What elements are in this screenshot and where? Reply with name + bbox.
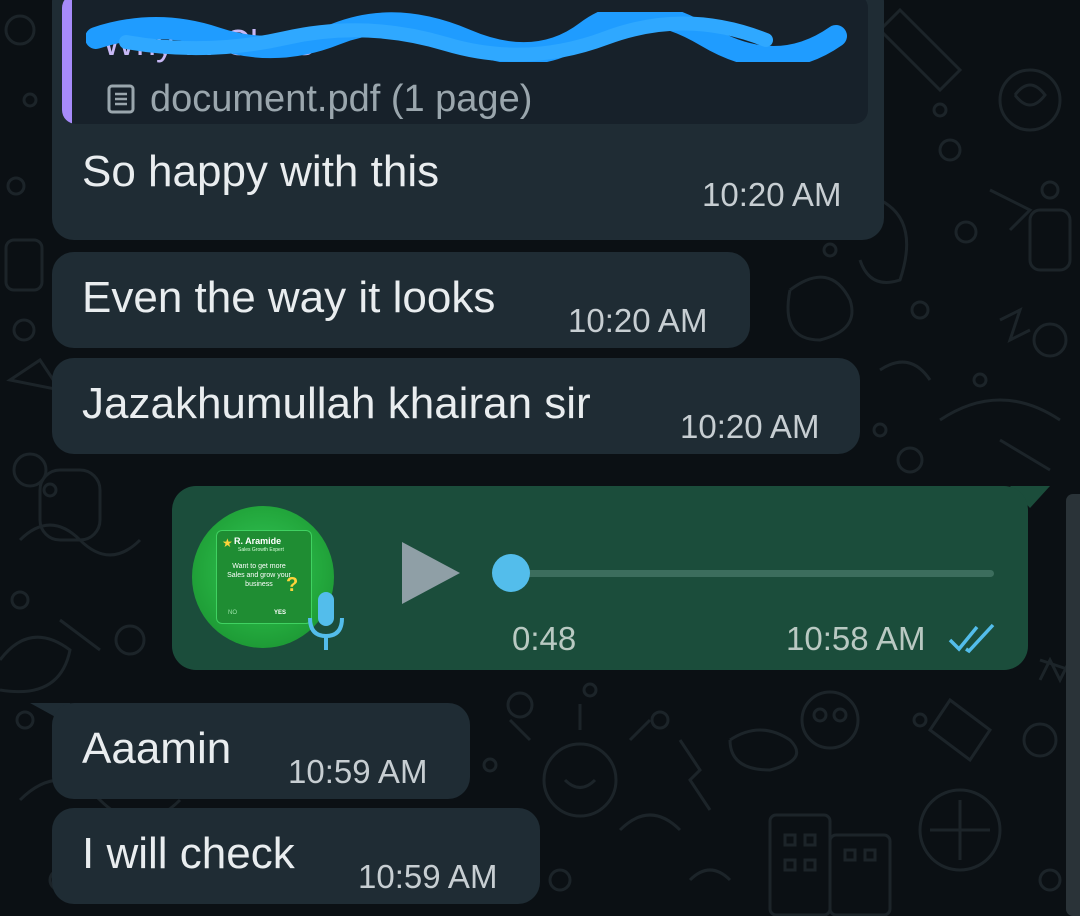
- message-time: 10:20 AM: [680, 408, 820, 445]
- message-bubble[interactable]: Even the way it looks 10:20 AM: [52, 252, 750, 348]
- audio-progress-knob[interactable]: [492, 554, 530, 592]
- quoted-document-label: document.pdf (1 page): [150, 78, 533, 120]
- message-text: Aaamin: [82, 724, 232, 773]
- message-time: 10:20 AM: [702, 176, 842, 213]
- voice-time: 10:58 AM: [786, 620, 926, 657]
- message-text: Jazakhumullah khairan sir: [82, 379, 591, 428]
- avatar-text: Want to get more Sales and grow your bus…: [227, 563, 291, 588]
- quote-accent-bar: [62, 0, 72, 124]
- audio-progress-track[interactable]: [512, 570, 994, 577]
- avatar-yes: YES: [274, 610, 287, 616]
- message-text: I will check: [82, 829, 295, 878]
- message-bubble[interactable]: I will check 10:59 AM: [52, 808, 540, 904]
- message-time: 10:59 AM: [358, 858, 498, 895]
- message-time: 10:59 AM: [288, 753, 428, 790]
- message-text: Even the way it looks: [82, 273, 496, 322]
- double-check-icon: [948, 623, 995, 654]
- star-icon: ★: [222, 536, 233, 550]
- avatar-question-mark: ?: [286, 574, 299, 596]
- quoted-message[interactable]: Why ... Class document.pdf (1 page): [62, 0, 868, 124]
- message-bubble[interactable]: Jazakhumullah khairan sir 10:20 AM: [52, 358, 860, 454]
- voice-note-bubble[interactable]: ★ R. Aramide Sales Growth Expert Want to…: [172, 486, 1028, 670]
- document-icon: [107, 84, 135, 114]
- scrollbar[interactable]: [1066, 494, 1080, 916]
- message-text: So happy with this: [82, 147, 440, 196]
- message-time: 10:20 AM: [568, 302, 708, 339]
- message-bubble[interactable]: Aaamin 10:59 AM: [52, 703, 470, 799]
- message-bubble[interactable]: Why ... Class document.pdf (1 page) So h…: [52, 0, 884, 240]
- avatar-no: NO: [228, 610, 237, 616]
- avatar-subtitle: Sales Growth Expert: [238, 547, 284, 553]
- microphone-icon: [308, 592, 344, 650]
- play-icon[interactable]: [398, 538, 464, 608]
- voice-duration: 0:48: [512, 620, 577, 657]
- avatar-flyer: ★ R. Aramide Sales Growth Expert Want to…: [216, 530, 312, 624]
- redaction-scribble: [86, 12, 847, 62]
- avatar-name: R. Aramide: [234, 536, 282, 546]
